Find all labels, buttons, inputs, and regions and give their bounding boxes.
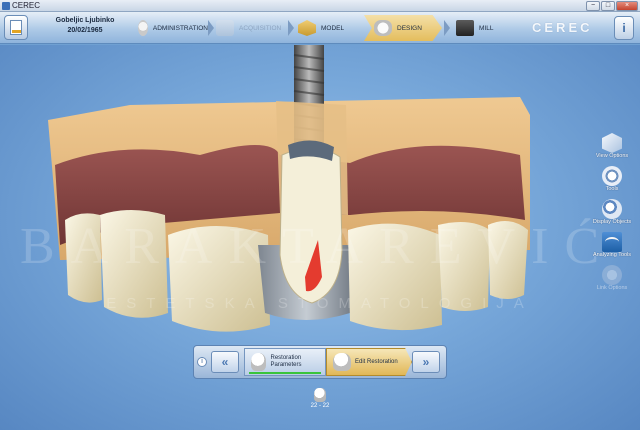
step-label: MILL xyxy=(479,24,494,32)
step-administration[interactable]: ADMINISTRATION xyxy=(134,15,208,41)
next-step-button[interactable]: » xyxy=(412,351,440,373)
app-icon xyxy=(2,2,10,10)
window-controls: − □ × xyxy=(586,1,638,11)
window-title: CEREC xyxy=(12,1,41,10)
analyzing-tools-button[interactable]: Analyzing Tools xyxy=(592,232,632,259)
tooth-range-label: 22 - 22 xyxy=(310,403,330,409)
stage-label: Restoration Parameters xyxy=(270,355,302,368)
help-button[interactable]: i xyxy=(614,16,634,40)
tools-button[interactable]: Tools xyxy=(592,166,632,193)
window-title-bar: CEREC − □ × xyxy=(0,0,640,12)
analyzing-tools-icon xyxy=(602,232,622,252)
design-icon xyxy=(374,20,392,36)
link-options-icon xyxy=(602,265,622,285)
watermark-subtitle: ESTETSKA STOMATOLOGIJA xyxy=(106,295,534,312)
step-design[interactable]: DESIGN xyxy=(364,15,442,41)
tool-label: Display Objects xyxy=(592,219,632,225)
tooth-icon xyxy=(251,353,267,371)
patient-name: Gobeljic Ljubinko xyxy=(55,17,115,24)
stage-label: Edit Restoration xyxy=(355,358,398,365)
previous-step-button[interactable]: « xyxy=(211,351,239,373)
info-icon[interactable]: i xyxy=(197,357,207,367)
patient-home-button[interactable] xyxy=(4,15,28,40)
tooth-selector[interactable]: 22 - 22 xyxy=(307,388,333,409)
minimize-button[interactable]: − xyxy=(586,1,600,11)
tool-label: Tools xyxy=(605,186,619,192)
watermark-logo-text: BARAKTAREVIĆ xyxy=(20,218,616,275)
stage-restoration-parameters[interactable]: Restoration Parameters xyxy=(244,348,326,376)
chevron-right-icon xyxy=(444,20,450,36)
step-label: DESIGN xyxy=(397,24,422,32)
patient-dob: 20/02/1965 xyxy=(67,27,103,34)
tooth-icon xyxy=(314,388,326,402)
model-icon xyxy=(298,20,316,36)
tools-icon xyxy=(602,166,622,186)
display-objects-icon xyxy=(602,199,622,219)
tool-label: Analyzing Tools xyxy=(592,252,632,258)
step-mill[interactable]: MILL xyxy=(452,15,512,41)
close-button[interactable]: × xyxy=(616,1,638,11)
patient-info: Gobeljic Ljubinko 20/02/1965 xyxy=(40,16,130,36)
help-icon: i xyxy=(622,21,626,35)
stage-edit-restoration[interactable]: Edit Restoration xyxy=(326,348,412,376)
design-step-navigator: i « Restoration Parameters Edit Restorat… xyxy=(193,345,447,379)
tool-label: Link Options xyxy=(596,285,628,291)
mill-icon xyxy=(456,20,474,36)
phase-bar: Gobeljic Ljubinko 20/02/1965 ADMINISTRAT… xyxy=(0,12,640,44)
step-label: MODEL xyxy=(321,24,345,32)
patient-record-icon xyxy=(10,20,22,35)
tooth-icon xyxy=(333,353,351,371)
brand-logo: CEREC xyxy=(532,20,593,35)
acquisition-icon xyxy=(216,20,234,36)
step-acquisition: ACQUISITION xyxy=(212,15,288,41)
view-options-button[interactable]: View Options xyxy=(592,133,632,160)
step-label: ADMINISTRATION xyxy=(152,24,208,32)
display-objects-button[interactable]: Display Objects xyxy=(592,199,632,226)
administration-icon xyxy=(138,20,148,36)
step-label: ACQUISITION xyxy=(239,24,282,32)
stage-progress-bar xyxy=(249,372,321,374)
side-toolbar: View Options Tools Display Objects Analy… xyxy=(592,133,632,292)
cube-view-icon xyxy=(602,133,622,153)
tool-label: View Options xyxy=(595,153,629,159)
step-model[interactable]: MODEL xyxy=(294,15,358,41)
maximize-button[interactable]: □ xyxy=(601,1,615,11)
link-options-button: Link Options xyxy=(592,265,632,292)
